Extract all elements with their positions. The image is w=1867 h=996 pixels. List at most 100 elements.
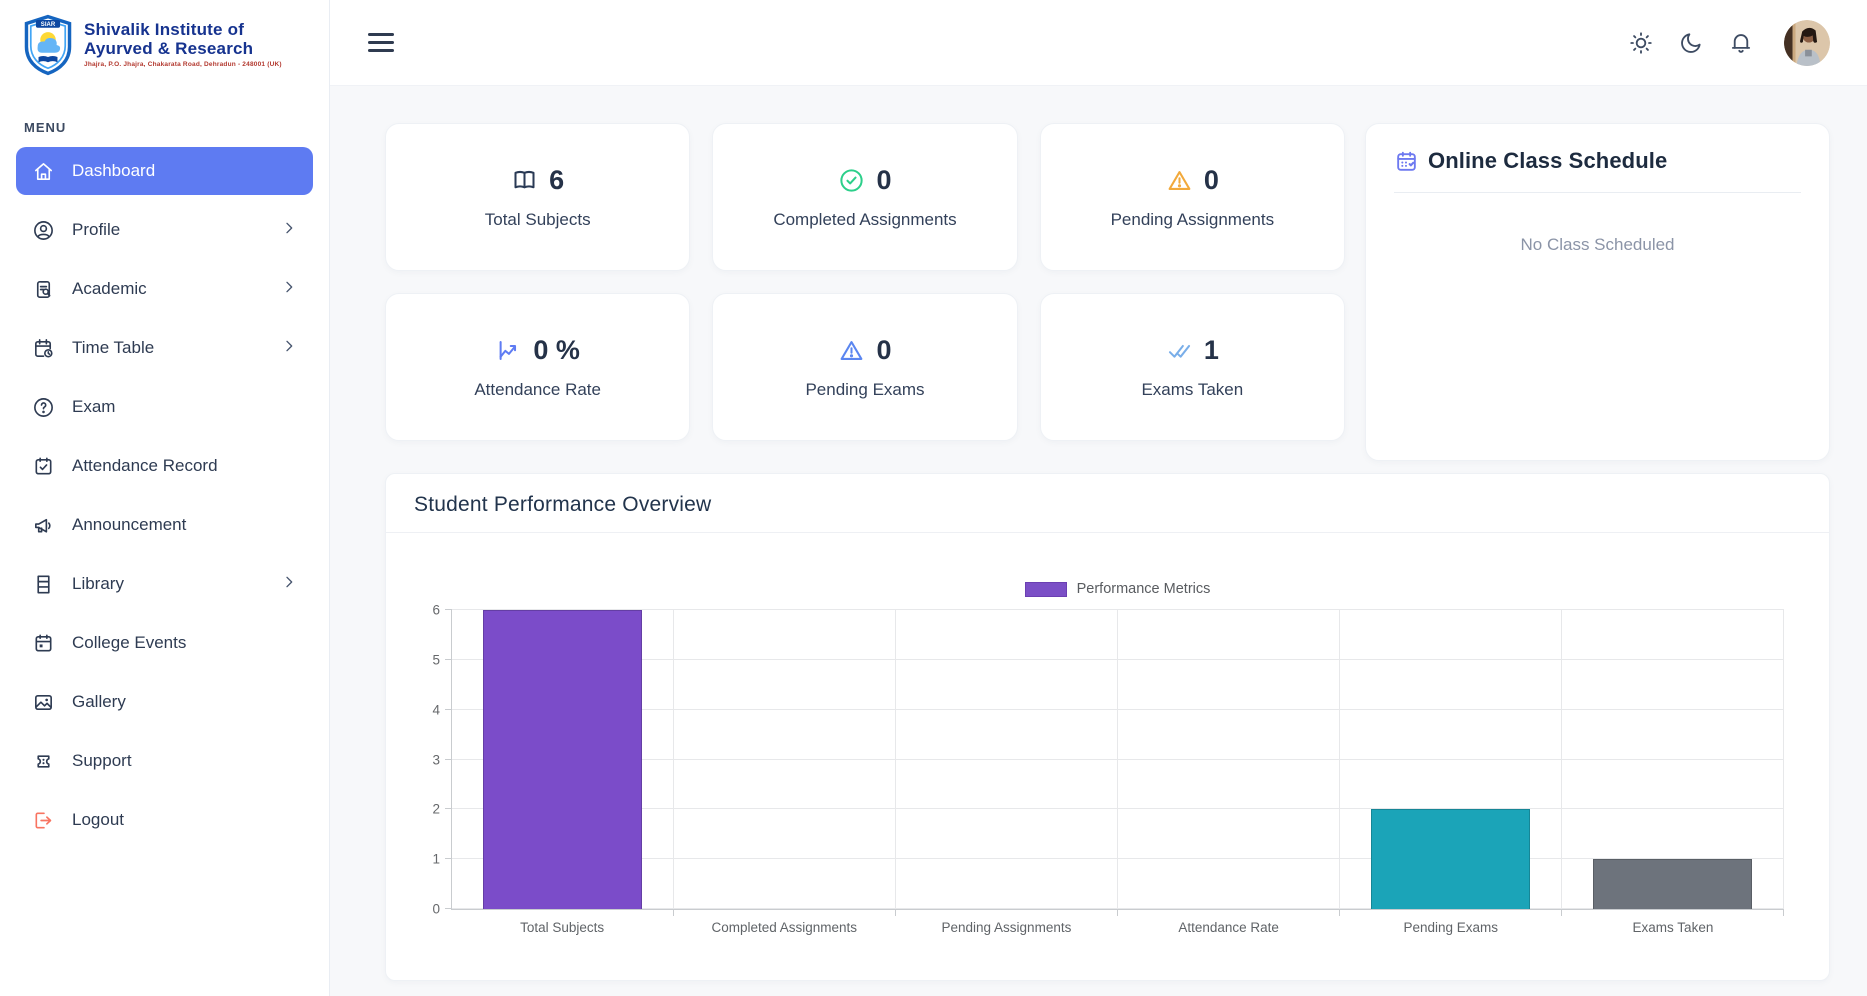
stat-value: 0: [1204, 165, 1219, 196]
y-tick: [445, 908, 452, 909]
sidebar-item-label: Exam: [72, 397, 115, 417]
x-axis-label: Attendance Rate: [1118, 920, 1340, 935]
bar-total-subjects[interactable]: [483, 610, 642, 909]
sidebar-item-label: Attendance Record: [72, 456, 218, 476]
alert-triangle-icon: [838, 337, 865, 364]
chart-column: [1118, 610, 1340, 909]
y-tick: [445, 709, 452, 710]
institute-logo[interactable]: SIAR Shivalik Institute of Ayurved & Res…: [0, 0, 329, 86]
bell-icon[interactable]: [1728, 30, 1754, 56]
bar-pending-exams[interactable]: [1371, 809, 1530, 909]
y-axis-label: 2: [410, 802, 440, 817]
y-tick: [445, 609, 452, 610]
sidebar-item-label: Profile: [72, 220, 120, 240]
divider: [1394, 192, 1801, 193]
chart-column: [452, 610, 674, 909]
y-tick: [445, 808, 452, 809]
sidebar-item-profile[interactable]: Profile: [16, 206, 313, 254]
sidebar-item-time-table[interactable]: Time Table: [16, 324, 313, 372]
x-axis-label: Completed Assignments: [673, 920, 895, 935]
image-icon: [32, 691, 55, 714]
x-axis-label: Exams Taken: [1562, 920, 1784, 935]
user-avatar[interactable]: [1784, 20, 1830, 66]
stat-card-total-subjects: 6 Total Subjects: [385, 123, 690, 271]
institute-address: Jhajra, P.O. Jhajra, Chakarata Road, Deh…: [84, 61, 282, 68]
moon-icon[interactable]: [1678, 30, 1704, 56]
logout-icon: [32, 809, 55, 832]
institute-name-line1: Shivalik Institute of: [84, 21, 282, 39]
sidebar-item-support[interactable]: Support: [16, 737, 313, 785]
dashboard-content: 6 Total Subjects 0 Completed Assignments: [330, 86, 1867, 996]
online-class-schedule-card: Online Class Schedule No Class Scheduled: [1365, 123, 1830, 461]
stat-value: 0: [876, 165, 891, 196]
sidebar-item-label: Library: [72, 574, 124, 594]
institute-shield-icon: SIAR: [22, 14, 74, 76]
y-tick: [445, 858, 452, 859]
y-axis-label: 0: [410, 902, 440, 917]
stat-value: 1: [1204, 335, 1219, 366]
chart-column: [896, 610, 1118, 909]
no-class-message: No Class Scheduled: [1394, 235, 1801, 255]
chevron-right-icon: [281, 338, 297, 359]
bar-exams-taken[interactable]: [1593, 859, 1752, 909]
sidebar-menu: Dashboard Profile Academic Time Table: [0, 147, 329, 844]
stat-value: 6: [549, 165, 564, 196]
open-book-icon: [511, 167, 538, 194]
calendar-icon: [32, 632, 55, 655]
bookshelf-icon: [32, 573, 55, 596]
stat-value: 0 %: [533, 335, 580, 366]
chart-x-axis-labels: Total SubjectsCompleted AssignmentsPendi…: [451, 920, 1784, 935]
x-axis-label: Total Subjects: [451, 920, 673, 935]
chart-column: [1562, 610, 1784, 909]
y-axis-label: 4: [410, 702, 440, 717]
help-circle-icon: [32, 396, 55, 419]
topbar: [330, 0, 1867, 86]
menu-section-label: MENU: [0, 86, 329, 147]
sidebar-item-academic[interactable]: Academic: [16, 265, 313, 313]
x-axis-label: Pending Assignments: [895, 920, 1117, 935]
calendar-check-icon: [32, 455, 55, 478]
sidebar-item-library[interactable]: Library: [16, 560, 313, 608]
sun-icon[interactable]: [1628, 30, 1654, 56]
stat-label: Total Subjects: [485, 210, 591, 230]
chevron-right-icon: [281, 574, 297, 595]
schedule-card-title: Online Class Schedule: [1428, 148, 1667, 174]
sidebar-item-exam[interactable]: Exam: [16, 383, 313, 431]
y-axis-label: 1: [410, 852, 440, 867]
megaphone-icon: [32, 514, 55, 537]
sidebar-item-dashboard[interactable]: Dashboard: [16, 147, 313, 195]
sidebar-item-attendance-record[interactable]: Attendance Record: [16, 442, 313, 490]
sidebar-item-label: Announcement: [72, 515, 186, 535]
check-circle-icon: [838, 167, 865, 194]
stat-label: Exams Taken: [1141, 380, 1243, 400]
ticket-icon: [32, 750, 55, 773]
sidebar-item-label: Logout: [72, 810, 124, 830]
double-check-icon: [1166, 337, 1193, 364]
sidebar-item-logout[interactable]: Logout: [16, 796, 313, 844]
bar-chart: Performance Metrics 0123456 Total Subjec…: [386, 533, 1829, 980]
warning-triangle-icon: [1166, 167, 1193, 194]
y-axis-label: 5: [410, 652, 440, 667]
chart-legend[interactable]: Performance Metrics: [451, 581, 1784, 597]
stat-card-pending-exams: 0 Pending Exams: [712, 293, 1017, 441]
chart-plot-area: 0123456: [451, 610, 1784, 910]
home-icon: [32, 160, 55, 183]
chevron-right-icon: [281, 220, 297, 241]
sidebar-item-college-events[interactable]: College Events: [16, 619, 313, 667]
main-area: 6 Total Subjects 0 Completed Assignments: [330, 0, 1867, 996]
sidebar-item-label: Academic: [72, 279, 147, 299]
sidebar-item-announcement[interactable]: Announcement: [16, 501, 313, 549]
svg-text:SIAR: SIAR: [41, 22, 56, 28]
y-tick: [445, 759, 452, 760]
hamburger-menu-icon[interactable]: [368, 33, 394, 52]
sidebar-item-label: Support: [72, 751, 132, 771]
chart-section-title: Student Performance Overview: [386, 474, 1829, 533]
y-tick: [445, 659, 452, 660]
y-axis-label: 3: [410, 752, 440, 767]
schedule-calendar-icon: [1394, 149, 1419, 174]
performance-chart-card: Student Performance Overview Performance…: [385, 473, 1830, 981]
y-axis-label: 6: [410, 603, 440, 618]
sidebar-item-gallery[interactable]: Gallery: [16, 678, 313, 726]
chart-column: [1340, 610, 1562, 909]
stat-label: Completed Assignments: [773, 210, 956, 230]
